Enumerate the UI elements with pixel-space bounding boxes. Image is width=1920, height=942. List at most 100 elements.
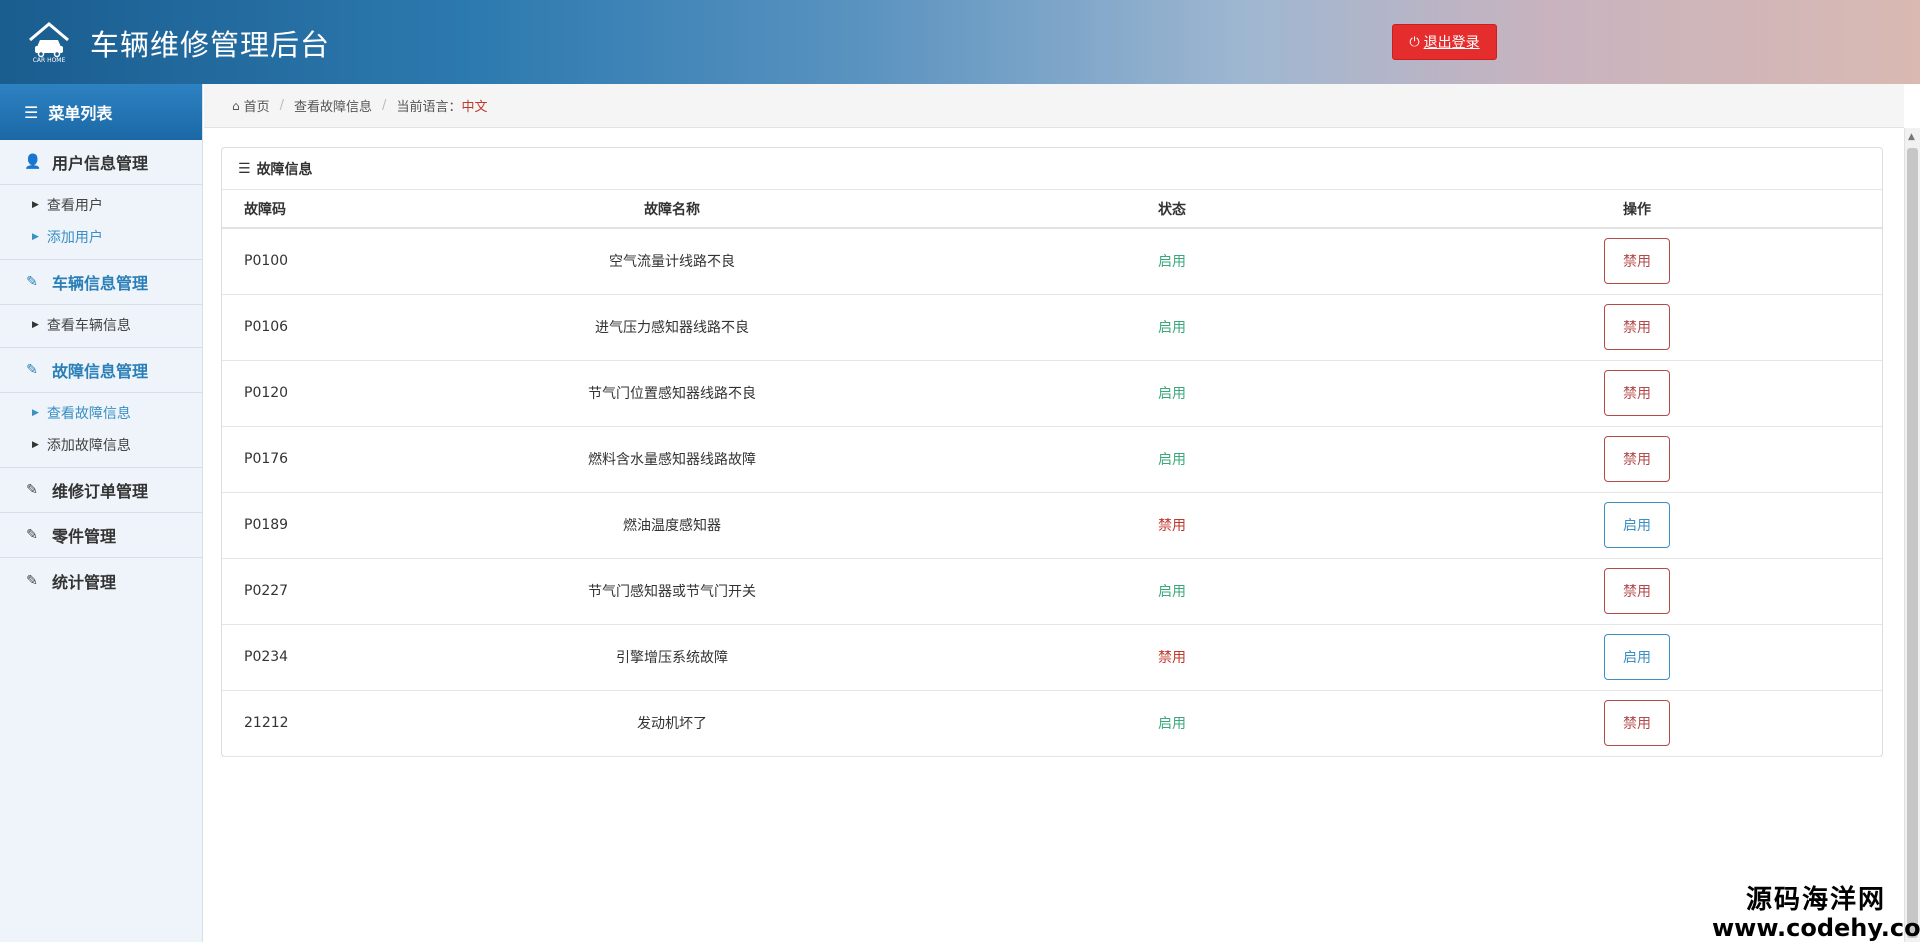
cell-name: 引擎增压系统故障 (392, 624, 952, 691)
watermark-line1: 源码海洋网 (1745, 885, 1886, 915)
table-row: P0100 空气流量计线路不良 启用 禁用 (222, 228, 1882, 295)
cell-action: 禁用 (1392, 294, 1882, 361)
cell-code: P0120 (222, 360, 392, 427)
sidebar-group-statistics[interactable]: ✎ 统计管理 (0, 558, 202, 603)
cell-name: 节气门感知器或节气门开关 (392, 558, 952, 625)
disable-button[interactable]: 禁用 (1604, 568, 1670, 614)
user-icon: 👤 (24, 154, 42, 170)
sidebar-group-parts[interactable]: ✎ 零件管理 (0, 513, 202, 558)
panel-heading: ☰ 故障信息 (222, 148, 1882, 190)
cell-code: P0100 (222, 228, 392, 295)
sidebar-group-label: 故障信息管理 (52, 362, 149, 381)
table-row: P0234 引擎增压系统故障 禁用 启用 (222, 624, 1882, 691)
cell-action: 禁用 (1392, 690, 1882, 757)
enable-button[interactable]: 启用 (1604, 634, 1670, 680)
power-icon: ⏻ (1409, 34, 1420, 50)
watermark-line2: www.codehy.com (1712, 913, 1920, 942)
cell-status: 禁用 (952, 624, 1392, 691)
logout-button[interactable]: ⏻ 退出登录 (1392, 24, 1497, 60)
vertical-scrollbar[interactable]: ▲ (1904, 128, 1920, 942)
breadcrumb: ⌂ 首页 / 查看故障信息 / 当前语言： 中文 (204, 84, 1904, 128)
fault-table: 故障码 故障名称 状态 操作 P0100 空气流量计线路不良 启用 禁用 P01… (222, 190, 1882, 757)
breadcrumb-home[interactable]: 首页 (244, 96, 270, 115)
breadcrumb-separator: / (279, 98, 285, 113)
cell-status: 启用 (952, 360, 1392, 427)
cell-action: 禁用 (1392, 360, 1882, 427)
sidebar-group-repair-order[interactable]: ✎ 维修订单管理 (0, 468, 202, 513)
enable-button[interactable]: 启用 (1604, 502, 1670, 548)
scroll-up-icon[interactable]: ▲ (1908, 132, 1915, 142)
cell-status: 启用 (952, 690, 1392, 757)
home-icon: ⌂ (232, 98, 240, 113)
breadcrumb-lang-value[interactable]: 中文 (461, 96, 487, 115)
cell-action: 启用 (1392, 492, 1882, 559)
caret-right-icon: ▶ (32, 440, 39, 450)
sidebar-item-label: 查看故障信息 (46, 406, 131, 422)
sidebar-item-add-user[interactable]: ▶ 添加用户 (0, 221, 202, 253)
cell-name: 燃料含水量感知器线路故障 (392, 426, 952, 493)
disable-button[interactable]: 禁用 (1604, 436, 1670, 482)
sidebar: ☰ 菜单列表 👤 用户信息管理 ▶ 查看用户 ▶ 添加用户 ✎ 车辆信息管理 ▶… (0, 84, 203, 942)
list-icon: ☰ (24, 102, 39, 122)
sidebar-group-vehicle[interactable]: ✎ 车辆信息管理 (0, 260, 202, 305)
table-row: P0120 节气门位置感知器线路不良 启用 禁用 (222, 360, 1882, 427)
cell-status: 启用 (952, 426, 1392, 493)
breadcrumb-current: 查看故障信息 (294, 100, 373, 115)
disable-button[interactable]: 禁用 (1604, 700, 1670, 746)
column-header-code: 故障码 (222, 190, 392, 229)
sidebar-group-fault[interactable]: ✎ 故障信息管理 (0, 348, 202, 393)
sidebar-item-label: 添加故障信息 (46, 438, 131, 454)
sidebar-item-add-fault[interactable]: ▶ 添加故障信息 (0, 429, 202, 461)
cell-name: 节气门位置感知器线路不良 (392, 360, 952, 427)
edit-icon: ✎ (26, 527, 38, 543)
cell-action: 禁用 (1392, 558, 1882, 625)
scroll-thumb[interactable] (1907, 148, 1918, 938)
disable-button[interactable]: 禁用 (1604, 304, 1670, 350)
sidebar-group-label: 车辆信息管理 (52, 274, 149, 293)
table-row: 21212 发动机坏了 启用 禁用 (222, 690, 1882, 757)
cell-action: 禁用 (1392, 426, 1882, 493)
logo-text: CAR HOME (32, 57, 66, 64)
caret-right-icon: ▶ (32, 320, 39, 330)
menu-list-title: 菜单列表 (48, 104, 113, 123)
disable-button[interactable]: 禁用 (1604, 370, 1670, 416)
cell-name: 进气压力感知器线路不良 (392, 294, 952, 361)
cell-status: 禁用 (952, 492, 1392, 559)
sidebar-sublist-vehicle: ▶ 查看车辆信息 (0, 305, 202, 348)
cell-status: 启用 (952, 294, 1392, 361)
cell-action: 禁用 (1392, 228, 1882, 295)
table-row: P0227 节气门感知器或节气门开关 启用 禁用 (222, 558, 1882, 625)
sidebar-item-label: 添加用户 (46, 230, 103, 246)
edit-icon: ✎ (26, 572, 38, 589)
cell-status: 启用 (952, 558, 1392, 625)
disable-button[interactable]: 禁用 (1604, 238, 1670, 285)
top-header: CAR HOME 车辆维修管理后台 ⏻ 退出登录 (0, 0, 1920, 84)
column-header-name: 故障名称 (392, 190, 952, 229)
edit-icon: ✎ (26, 482, 38, 498)
cell-name: 发动机坏了 (392, 690, 952, 757)
cell-name: 空气流量计线路不良 (392, 228, 952, 295)
sidebar-group-label: 用户信息管理 (52, 154, 149, 173)
cell-name: 燃油温度感知器 (392, 492, 952, 559)
cell-code: P0227 (222, 558, 392, 625)
edit-icon: ✎ (26, 362, 38, 378)
site-watermark: 源码海洋网 www.codehy.com (1712, 886, 1920, 941)
sidebar-group-user[interactable]: 👤 用户信息管理 (0, 140, 202, 185)
breadcrumb-lang-label: 当前语言： (396, 100, 462, 115)
cell-code: P0189 (222, 492, 392, 559)
sidebar-sublist-user: ▶ 查看用户 ▶ 添加用户 (0, 185, 202, 260)
car-home-icon: CAR HOME (26, 20, 72, 64)
sidebar-item-view-faults[interactable]: ▶ 查看故障信息 (0, 397, 202, 429)
list-icon: ☰ (238, 160, 251, 177)
caret-right-icon: ▶ (32, 408, 39, 418)
logout-label: 退出登录 (1423, 35, 1480, 51)
sidebar-group-label: 统计管理 (52, 572, 117, 592)
sidebar-item-view-vehicles[interactable]: ▶ 查看车辆信息 (0, 309, 202, 341)
sidebar-item-view-users[interactable]: ▶ 查看用户 (0, 189, 202, 221)
edit-icon: ✎ (26, 274, 38, 290)
column-header-action: 操作 (1392, 190, 1882, 229)
sidebar-item-label: 查看用户 (46, 198, 103, 214)
cell-status: 启用 (952, 228, 1392, 295)
cell-action: 启用 (1392, 624, 1882, 691)
sidebar-item-label: 查看车辆信息 (46, 318, 131, 334)
